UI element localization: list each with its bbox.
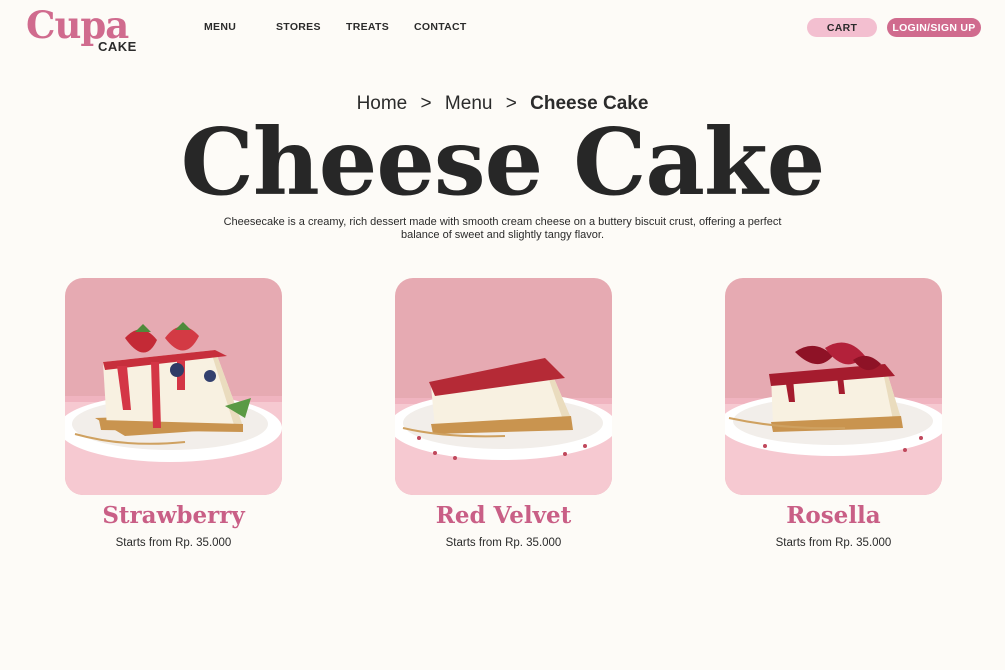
brand-subtitle: CAKE	[98, 39, 137, 54]
page-title: Cheese Cake	[180, 108, 826, 216]
product-card-rosella[interactable]: Rosella Starts from Rp. 35.000	[725, 278, 942, 558]
brand-logo[interactable]: Cupa CAKE	[26, 4, 138, 54]
product-image-strawberry	[65, 278, 282, 495]
product-card-red-velvet[interactable]: Red Velvet Starts from Rp. 35.000	[395, 278, 612, 558]
page-description: Cheesecake is a creamy, rich dessert mad…	[223, 216, 782, 241]
product-name: Red Velvet	[435, 502, 572, 529]
product-price: Starts from Rp. 35.000	[115, 537, 232, 549]
product-image-rosella	[725, 278, 942, 495]
login-signup-button[interactable]: LOGIN/SIGN UP	[887, 18, 981, 37]
product-name: Rosella	[786, 502, 881, 529]
nav-item-menu[interactable]: MENU	[204, 21, 236, 33]
product-image-red-velvet	[395, 278, 612, 495]
cart-button[interactable]: CART	[807, 18, 877, 37]
nav-item-stores[interactable]: STORES	[276, 21, 321, 33]
product-price: Starts from Rp. 35.000	[445, 537, 562, 549]
nav-item-contact[interactable]: CONTACT	[414, 21, 467, 33]
product-name: Strawberry	[102, 502, 245, 529]
page: Cupa CAKE MENU STORES TREATS CONTACT CAR…	[0, 0, 1005, 670]
product-price: Starts from Rp. 35.000	[775, 537, 892, 549]
product-card-strawberry[interactable]: Strawberry Starts from Rp. 35.000	[65, 278, 282, 558]
nav-item-treats[interactable]: TREATS	[346, 21, 389, 33]
